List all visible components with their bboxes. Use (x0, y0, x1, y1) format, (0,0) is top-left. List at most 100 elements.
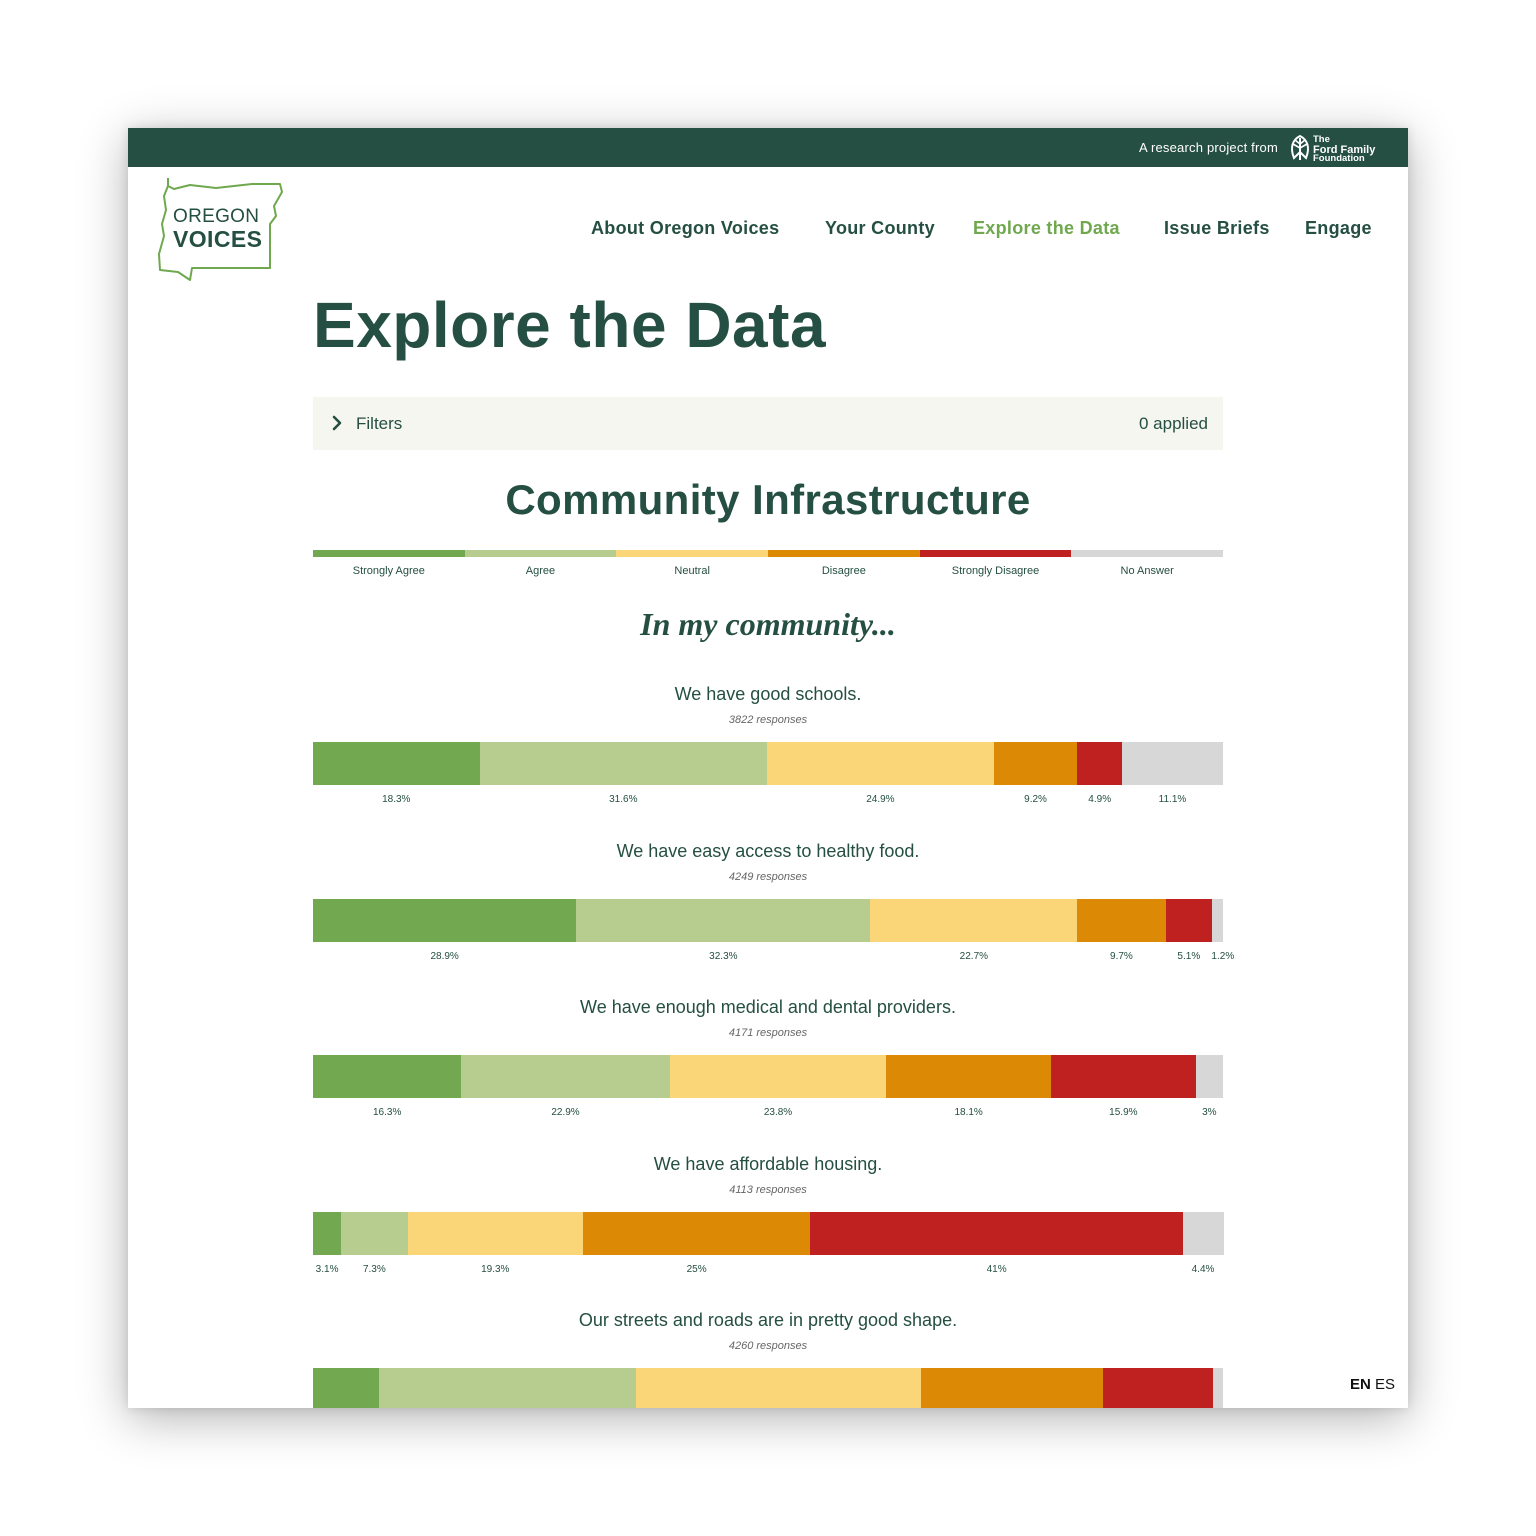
bar-segment[interactable] (669, 1055, 887, 1098)
legend-label: Strongly Disagree (951, 565, 1040, 577)
value-label: 9.7% (1110, 950, 1133, 962)
bar-segment[interactable] (1183, 1211, 1224, 1255)
legend-swatch (1071, 550, 1223, 557)
legend-item: Disagree (768, 550, 920, 580)
bar-segment[interactable] (313, 1368, 380, 1408)
question-text: We have good schools. (674, 684, 862, 704)
chevron-right-icon (332, 415, 342, 431)
value-label: 23.8% (763, 1107, 793, 1118)
response-count: 3822 responses (728, 714, 808, 726)
value-label: 22.7% (959, 950, 989, 962)
response-count: 4171 responses (728, 1027, 808, 1039)
question-chart: Our streets and roads are in pretty good… (313, 1310, 1224, 1408)
lang-en[interactable]: EN (1350, 1376, 1371, 1393)
response-count: 4260 responses (728, 1340, 808, 1352)
browser-window: A research project from The Ford Family … (128, 128, 1408, 1408)
bar-segment[interactable] (1077, 898, 1167, 942)
stacked-bar (313, 1211, 1224, 1255)
bar-segment[interactable] (1195, 1055, 1224, 1098)
value-label: 25% (686, 1263, 707, 1275)
value-label: 19.3% (481, 1263, 510, 1275)
nav-about-oregon-voices[interactable]: About Oregon Voices (591, 218, 779, 239)
legend-label: Neutral (674, 565, 710, 577)
value-label: 16.3% (372, 1107, 402, 1118)
stacked-bar (313, 742, 1224, 785)
bar-segment[interactable] (407, 1211, 584, 1255)
bar-segment[interactable] (810, 1211, 1184, 1255)
bar-segment[interactable] (379, 1368, 637, 1408)
foundation-line-3: Foundation (1313, 152, 1365, 164)
value-label: 18.1% (954, 1107, 983, 1118)
bar-segment[interactable] (341, 1211, 409, 1255)
bar-segment[interactable] (767, 742, 995, 785)
bar-segment[interactable] (479, 742, 768, 785)
bar-segment[interactable] (1121, 742, 1224, 785)
nav-engage[interactable]: Engage (1305, 218, 1372, 239)
bar-segment[interactable] (313, 1055, 462, 1098)
section-title: Community Infrastructure (505, 476, 1031, 523)
question-text: We have affordable housing. (653, 1153, 883, 1174)
bar-segment[interactable] (1077, 742, 1123, 785)
bar-segment[interactable] (313, 1211, 342, 1255)
response-count: 4113 responses (729, 1183, 807, 1196)
filters-applied-count: 0 applied (1138, 414, 1208, 433)
value-label: 18.3% (382, 794, 411, 805)
legend-item: Agree (464, 550, 617, 580)
bar-segment[interactable] (576, 898, 871, 942)
value-label: 15.9% (1109, 1107, 1138, 1118)
legend-swatch (768, 550, 920, 557)
chart-legend: Strongly Agree Agree Neutral Disagree Strong… (313, 550, 1223, 580)
legend-swatch (616, 550, 768, 557)
bar-segment[interactable] (1102, 1368, 1214, 1408)
value-label: 24.9% (866, 794, 895, 805)
legend-label: Strongly Agree (352, 565, 425, 577)
value-label: 28.9% (430, 950, 459, 962)
bar-segment[interactable] (1212, 1368, 1224, 1408)
legend-item: Strongly Agree (313, 550, 465, 580)
question-text: We have easy access to healthy food. (616, 840, 920, 861)
bar-segment[interactable] (1212, 898, 1224, 942)
legend-swatch (464, 550, 617, 557)
legend-item: Neutral (616, 550, 768, 580)
ford-family-foundation-logo[interactable]: The Ford Family Foundation (1288, 134, 1388, 162)
value-label: 3% (1202, 1107, 1217, 1118)
value-label: 3.1% (315, 1263, 339, 1275)
bar-segment[interactable] (313, 742, 481, 785)
main-nav: About Oregon Voices Your County Explore … (128, 218, 1408, 242)
nav-your-county[interactable]: Your County (825, 218, 935, 239)
value-label: 32.3% (709, 950, 738, 962)
bar-segment[interactable] (636, 1368, 922, 1408)
question-text: We have enough medical and dental provid… (580, 997, 956, 1017)
legend-item: No Answer (1071, 550, 1223, 580)
filters-toggle[interactable]: Filters 0 applied (313, 397, 1223, 450)
bar-segment[interactable] (583, 1211, 811, 1255)
value-label: 31.6% (609, 794, 638, 805)
bar-segment[interactable] (1051, 1055, 1197, 1098)
bar-segment[interactable] (461, 1055, 671, 1098)
stacked-bar (313, 898, 1224, 942)
value-label: 9.2% (1024, 794, 1047, 805)
bar-segment[interactable] (313, 898, 577, 942)
legend-swatch (313, 550, 465, 557)
stacked-bar (313, 1368, 1224, 1408)
lang-es[interactable]: ES (1375, 1376, 1395, 1393)
value-label: 1.2% (1211, 950, 1235, 962)
legend-label: Agree (525, 565, 556, 577)
legend-item: Strongly Disagree (919, 550, 1072, 580)
legend-label: No Answer (1120, 565, 1174, 577)
bar-segment[interactable] (993, 742, 1078, 785)
bar-segment[interactable] (1165, 898, 1213, 942)
value-label: 41% (986, 1263, 1007, 1275)
question-chart: We have good schools. 3822 responses 18.3%… (313, 684, 1224, 834)
value-label: 7.3% (362, 1263, 386, 1275)
bar-segment[interactable] (886, 1055, 1052, 1098)
top-banner: A research project from The Ford Family … (128, 128, 1408, 167)
nav-issue-briefs[interactable]: Issue Briefs (1164, 218, 1270, 239)
bar-segment[interactable] (870, 898, 1078, 942)
response-count: 4249 responses (728, 870, 808, 883)
section-subtitle: In my community... (640, 606, 896, 642)
bar-segment[interactable] (920, 1368, 1104, 1408)
nav-explore-the-data[interactable]: Explore the Data (973, 218, 1120, 239)
value-label: 11.1% (1158, 794, 1187, 805)
value-label: 22.9% (551, 1107, 580, 1118)
